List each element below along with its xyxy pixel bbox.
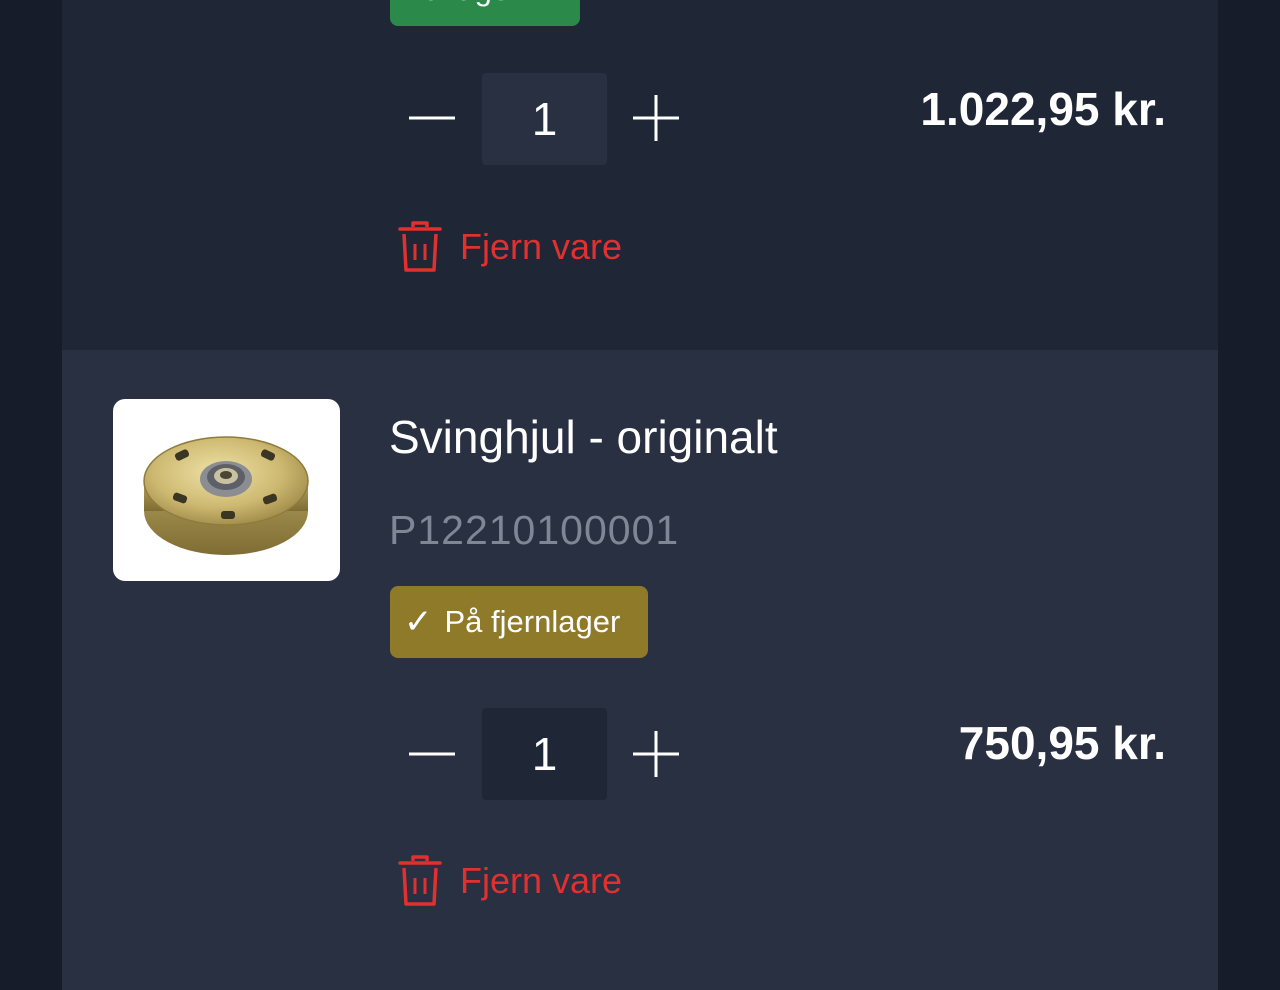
remove-item-label: Fjern vare <box>460 226 623 267</box>
trash-icon <box>398 221 442 272</box>
stock-badge: På lager <box>390 0 580 26</box>
minus-icon <box>409 752 455 756</box>
product-sku: P12210100001 <box>389 507 680 553</box>
item-price: 750,95 kr. <box>958 717 1166 769</box>
cart-item: Svinghjul - originalt P12210100001 ✓ På … <box>62 350 1218 990</box>
increase-quantity-button[interactable] <box>624 722 688 786</box>
quantity-input[interactable]: 1 <box>482 708 607 800</box>
check-icon: ✓ <box>404 603 433 641</box>
product-image[interactable] <box>113 399 340 581</box>
stock-badge-label: På lager <box>404 0 519 8</box>
remove-item-button[interactable]: Fjern vare <box>398 854 622 908</box>
cart-list: På lager 1 1.022,95 kr. Fjern vare <box>62 0 1218 990</box>
plus-icon <box>633 731 679 777</box>
remove-item-label: Fjern vare <box>460 860 623 901</box>
remove-item-button[interactable]: Fjern vare <box>398 220 622 274</box>
decrease-quantity-button[interactable] <box>400 722 464 786</box>
minus-icon <box>409 116 455 120</box>
product-title[interactable]: Svinghjul - originalt <box>389 410 778 464</box>
stock-badge-label: På fjernlager <box>444 604 621 639</box>
item-price: 1.022,95 kr. <box>920 83 1166 135</box>
cart-item: På lager 1 1.022,95 kr. Fjern vare <box>62 0 1218 350</box>
increase-quantity-button[interactable] <box>624 86 688 150</box>
flywheel-image <box>143 436 309 555</box>
plus-icon <box>633 95 679 141</box>
trash-icon <box>398 855 442 906</box>
quantity-input[interactable]: 1 <box>482 73 607 165</box>
stock-badge: ✓ På fjernlager <box>390 586 648 658</box>
decrease-quantity-button[interactable] <box>400 86 464 150</box>
